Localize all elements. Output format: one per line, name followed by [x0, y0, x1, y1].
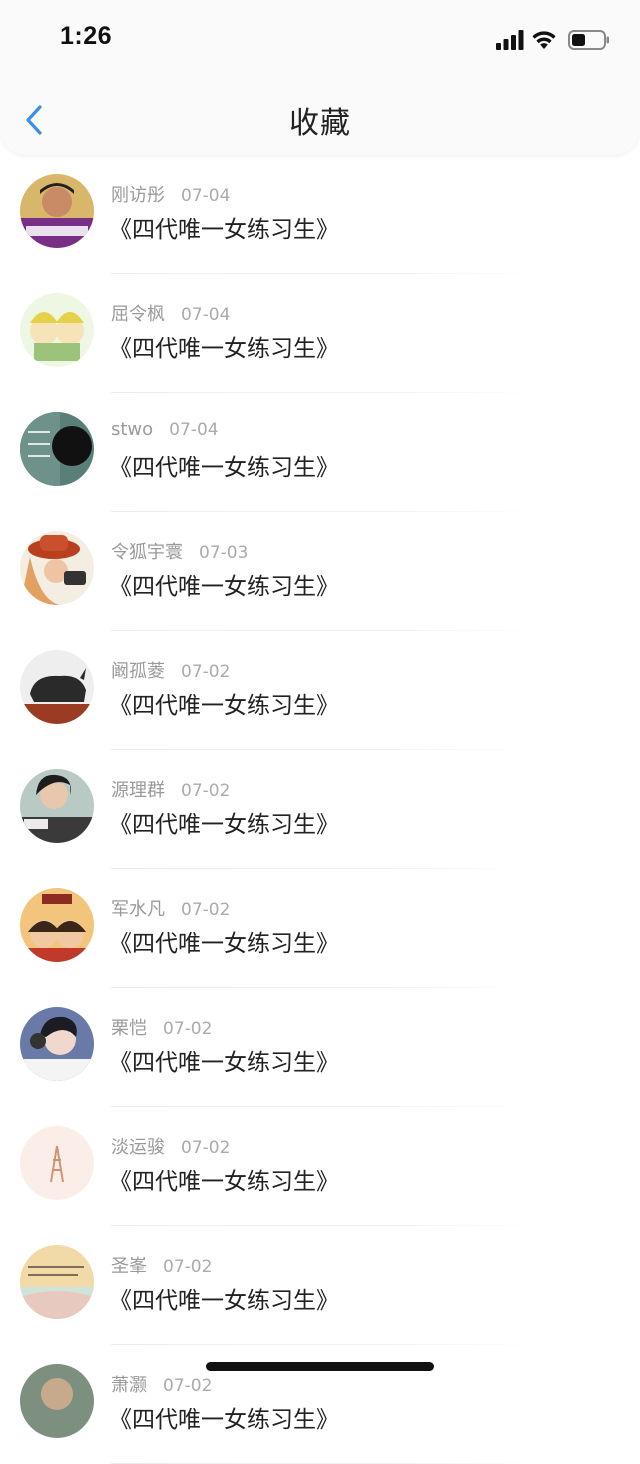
user-name[interactable]: 萧灏 [111, 1375, 147, 1396]
user-name[interactable]: 刚访彤 [111, 185, 165, 206]
list-item[interactable]: 栗恺 07-02 《四代唯一女练习生》 [0, 988, 640, 1107]
cellular-signal-icon [496, 30, 524, 50]
item-meta: 栗恺 07-02 [111, 1014, 212, 1040]
item-meta: 令狐宇寰 07-03 [111, 538, 248, 564]
header: 1:26 收藏 [0, 0, 640, 155]
list-item[interactable]: 淡运骏 07-02 《四代唯一女练习生》 [0, 1107, 640, 1226]
list-item[interactable]: stwo 07-04 《四代唯一女练习生》 [0, 393, 640, 512]
avatar[interactable] [20, 412, 94, 486]
user-name[interactable]: 阚孤菱 [111, 661, 165, 682]
user-name[interactable]: 令狐宇寰 [111, 542, 183, 563]
item-title[interactable]: 《四代唯一女练习生》 [109, 1162, 339, 1196]
page-title: 收藏 [289, 106, 351, 141]
avatar[interactable] [20, 1364, 94, 1438]
list-item[interactable]: 刚访彤 07-04 《四代唯一女练习生》 [0, 155, 640, 274]
item-title[interactable]: 《四代唯一女练习生》 [109, 567, 339, 601]
item-date: 07-02 [163, 1257, 213, 1277]
item-date: 07-02 [163, 1376, 213, 1396]
item-title[interactable]: 《四代唯一女练习生》 [109, 805, 339, 839]
item-meta: 源理群 07-02 [111, 776, 230, 802]
list-item[interactable]: 军水凡 07-02 《四代唯一女练习生》 [0, 869, 640, 988]
list-item[interactable]: 阚孤菱 07-02 《四代唯一女练习生》 [0, 631, 640, 750]
item-title[interactable]: 《四代唯一女练习生》 [109, 210, 339, 244]
avatar[interactable] [20, 650, 94, 724]
item-meta: stwo 07-04 [111, 419, 219, 440]
user-name[interactable]: 圣峯 [111, 1256, 147, 1277]
favorites-list: 刚访彤 07-04 《四代唯一女练习生》 屈令枫 07-04 《四代唯一女练习生》 stwo… [0, 155, 640, 1464]
item-meta: 萧灏 07-02 [111, 1371, 212, 1397]
avatar[interactable] [20, 769, 94, 843]
item-date: 07-02 [181, 781, 231, 801]
user-name[interactable]: 淡运骏 [111, 1137, 165, 1158]
avatar[interactable] [20, 293, 94, 367]
item-meta: 圣峯 07-02 [111, 1252, 212, 1278]
item-title[interactable]: 《四代唯一女练习生》 [109, 1400, 339, 1434]
item-title[interactable]: 《四代唯一女练习生》 [109, 924, 339, 958]
user-name[interactable]: 栗恺 [111, 1018, 147, 1039]
list-item[interactable]: 源理群 07-02 《四代唯一女练习生》 [0, 750, 640, 869]
avatar[interactable] [20, 531, 94, 605]
item-date: 07-04 [169, 420, 219, 440]
item-date: 07-04 [181, 305, 231, 325]
list-item[interactable]: 屈令枫 07-04 《四代唯一女练习生》 [0, 274, 640, 393]
user-name[interactable]: stwo [111, 419, 153, 440]
list-item[interactable]: 圣峯 07-02 《四代唯一女练习生》 [0, 1226, 640, 1345]
avatar[interactable] [20, 1245, 94, 1319]
item-meta: 刚访彤 07-04 [111, 181, 230, 207]
item-meta: 淡运骏 07-02 [111, 1133, 230, 1159]
item-title[interactable]: 《四代唯一女练习生》 [109, 329, 339, 363]
item-meta: 军水凡 07-02 [111, 895, 230, 921]
avatar[interactable] [20, 888, 94, 962]
item-meta: 阚孤菱 07-02 [111, 657, 230, 683]
status-time: 1:26 [60, 22, 113, 50]
item-date: 07-04 [181, 186, 231, 206]
item-title[interactable]: 《四代唯一女练习生》 [109, 448, 339, 482]
user-name[interactable]: 屈令枫 [111, 304, 165, 325]
item-date: 07-03 [199, 543, 249, 563]
item-date: 07-02 [181, 662, 231, 682]
user-name[interactable]: 军水凡 [111, 899, 165, 920]
wifi-icon [532, 31, 556, 49]
battery-icon [568, 30, 609, 50]
avatar[interactable] [20, 174, 94, 248]
item-title[interactable]: 《四代唯一女练习生》 [109, 1281, 339, 1315]
item-date: 07-02 [163, 1019, 213, 1039]
item-date: 07-02 [181, 900, 231, 920]
list-item[interactable]: 令狐宇寰 07-03 《四代唯一女练习生》 [0, 512, 640, 631]
avatar[interactable] [20, 1126, 94, 1200]
item-title[interactable]: 《四代唯一女练习生》 [109, 686, 339, 720]
item-title[interactable]: 《四代唯一女练习生》 [109, 1043, 339, 1077]
home-indicator[interactable] [206, 1362, 434, 1371]
user-name[interactable]: 源理群 [111, 780, 165, 801]
avatar[interactable] [20, 1007, 94, 1081]
item-date: 07-02 [181, 1138, 231, 1158]
item-meta: 屈令枫 07-04 [111, 300, 230, 326]
